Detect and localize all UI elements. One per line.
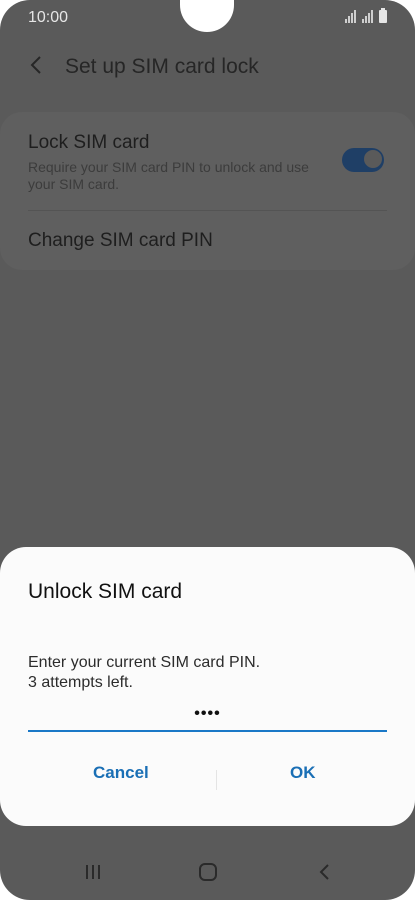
dialog-attempts: 3 attempts left. (28, 674, 133, 691)
toggle-knob (363, 149, 383, 169)
signal-icon (345, 10, 356, 23)
settings-card: Lock SIM card Require your SIM card PIN … (0, 112, 415, 270)
dialog-message-line1: Enter your current SIM card PIN. (28, 654, 261, 671)
unlock-sim-dialog: Unlock SIM card Enter your current SIM c… (0, 547, 415, 826)
divider (28, 210, 387, 211)
app-header: Set up SIM card lock (0, 48, 415, 88)
back-icon[interactable] (310, 860, 340, 884)
signal-icon-2 (362, 10, 373, 23)
change-pin-title: Change SIM card PIN (28, 230, 213, 251)
lock-sim-title: Lock SIM card (28, 132, 150, 153)
pin-input[interactable] (28, 698, 387, 732)
status-icons (345, 8, 387, 23)
page-title: Set up SIM card lock (65, 55, 259, 78)
phone-screen: 10:00 Set up SIM card lock Lock SIM card… (0, 0, 415, 900)
camera-notch (180, 0, 234, 32)
lock-sim-toggle[interactable] (342, 148, 384, 172)
dialog-message: Enter your current SIM card PIN. 3 attem… (28, 653, 260, 693)
home-icon[interactable] (193, 860, 223, 884)
ok-button[interactable]: OK (290, 763, 316, 783)
battery-icon (379, 8, 387, 23)
recent-apps-icon[interactable] (78, 860, 108, 884)
dialog-title: Unlock SIM card (28, 580, 183, 603)
navigation-bar (0, 850, 415, 894)
button-separator (216, 770, 217, 790)
lock-sim-description: Require your SIM card PIN to unlock and … (28, 159, 309, 192)
status-bar: 10:00 (0, 0, 415, 36)
back-arrow-icon[interactable] (26, 54, 48, 76)
status-time: 10:00 (28, 9, 69, 26)
cancel-button[interactable]: Cancel (93, 763, 149, 783)
